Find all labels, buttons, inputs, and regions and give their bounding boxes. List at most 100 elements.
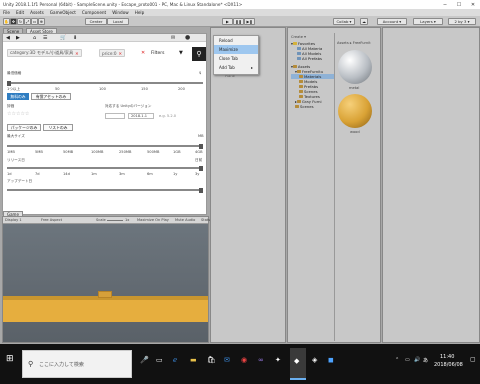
context-menu-close-tab[interactable]: Close Tab <box>214 54 258 63</box>
size-slider-handle[interactable] <box>199 143 203 149</box>
packages-only-button[interactable]: パッケージのみ <box>7 124 41 131</box>
size-tick: 50MB <box>63 150 74 154</box>
cloud-icon[interactable]: ☁ <box>360 18 368 25</box>
clear-filters-icon[interactable]: ✕ <box>141 50 145 56</box>
windows-start-icon[interactable]: ⊞ <box>6 354 14 364</box>
chrome-icon[interactable]: ◉ <box>241 356 247 364</box>
display-dropdown[interactable]: Display 1 <box>5 218 22 222</box>
layout-dropdown[interactable]: 2 by 3 ▾ <box>448 18 476 25</box>
rect-tool-button[interactable]: ▭ <box>31 18 38 25</box>
search-icon[interactable]: ⚲ <box>192 47 206 61</box>
version-hint: e.g. 5.2.0 <box>159 114 177 118</box>
context-menu-reload[interactable]: Reload <box>214 36 258 45</box>
price-slider-handle[interactable] <box>7 80 11 86</box>
maximize-on-play-toggle[interactable]: Maximize On Play <box>137 218 169 222</box>
menu-edit[interactable]: Edit <box>16 10 24 15</box>
filter-chip-category[interactable]: category:3D モデル/小道具/家具 ✕ <box>7 49 82 57</box>
filter-chip-price[interactable]: price:0 ✕ <box>99 49 126 57</box>
free-only-button[interactable]: 無料のみ <box>7 93 29 100</box>
asset-store-panel: ◀ ▶ ⌂ ☰ 🛒 ⬇ ✉ ● category:3D モデル/小道具/家具 ✕ … <box>2 33 207 215</box>
app-icon[interactable]: ◼ <box>328 356 334 364</box>
menu-icon[interactable]: ☰ <box>43 35 47 41</box>
app-icon[interactable]: ◈ <box>312 356 317 364</box>
remove-chip-icon[interactable]: ✕ <box>75 51 79 56</box>
stats-toggle[interactable]: Stats <box>201 218 210 222</box>
app-icon[interactable]: ✦ <box>275 356 281 364</box>
back-icon[interactable]: ◀ <box>6 35 10 41</box>
mail-icon[interactable]: ✉ <box>171 35 175 41</box>
menu-gameobject[interactable]: GameObject <box>50 10 76 15</box>
move-tool-button[interactable]: ✥ <box>10 18 17 25</box>
hand-tool-button[interactable]: ✋ <box>3 18 10 25</box>
clock-time[interactable]: 11:40 <box>440 354 454 360</box>
ime-icon[interactable]: あ <box>423 357 428 364</box>
menu-help[interactable]: Help <box>135 10 145 15</box>
update-slider[interactable] <box>7 187 203 193</box>
collab-dropdown[interactable]: Collab ▾ <box>333 18 355 25</box>
home-icon[interactable]: ⌂ <box>33 35 36 41</box>
notification-icon[interactable]: ▢ <box>470 356 476 363</box>
maximize-button[interactable]: ☐ <box>452 2 466 8</box>
lists-only-button[interactable]: リストのみ <box>43 124 73 131</box>
date-tick: 1y <box>173 172 178 176</box>
store-icon[interactable]: 🛍 <box>207 356 216 364</box>
context-menu-maximize[interactable]: Maximize <box>214 45 258 54</box>
taskbar-search-box[interactable]: ⚲ ここに入力して検索 <box>22 350 132 378</box>
task-view-icon[interactable]: ▭ <box>156 356 163 364</box>
aspect-dropdown[interactable]: Free Aspect <box>41 218 62 222</box>
filters-dropdown-icon[interactable]: ▼ <box>179 50 183 56</box>
price-tick: 150 <box>141 87 148 91</box>
project-create-button[interactable]: Create ▾ <box>291 35 306 39</box>
game-viewport[interactable] <box>3 224 208 342</box>
download-icon[interactable]: ⬇ <box>73 35 77 41</box>
menu-assets[interactable]: Assets <box>30 10 44 15</box>
account-icon[interactable]: ● <box>185 34 190 41</box>
menu-component[interactable]: Component <box>82 10 106 15</box>
release-slider-handle[interactable] <box>199 165 203 171</box>
scale-tool-button[interactable]: ⤢ <box>24 18 31 25</box>
remove-chip-icon[interactable]: ✕ <box>119 51 123 56</box>
paid-only-button[interactable]: 有償アセットのみ <box>31 93 71 100</box>
cart-icon[interactable]: 🛒 <box>60 35 66 41</box>
close-button[interactable]: ✕ <box>466 2 480 8</box>
mute-audio-toggle[interactable]: Mute Audio <box>175 218 195 222</box>
account-dropdown[interactable]: Account ▾ <box>377 18 407 25</box>
pivot-center-button[interactable]: Center <box>85 18 107 25</box>
tray-chevron-icon[interactable]: ⌃ <box>395 357 399 363</box>
pivot-local-button[interactable]: Local <box>107 18 129 25</box>
project-divider[interactable] <box>334 33 335 341</box>
edge-icon[interactable]: ℯ <box>173 356 177 364</box>
pause-button[interactable]: ❚❚ <box>233 18 244 25</box>
visual-studio-icon[interactable]: ∞ <box>258 356 264 364</box>
rating-stars[interactable]: ☆☆☆☆☆ <box>7 111 29 117</box>
volume-icon[interactable]: 🔊 <box>414 357 420 363</box>
menu-window[interactable]: Window <box>112 10 129 15</box>
mail-icon[interactable]: ✉ <box>224 356 230 364</box>
unity-taskbar-button[interactable]: ◆ <box>290 348 306 380</box>
play-button[interactable]: ▶ <box>222 18 233 25</box>
layers-dropdown[interactable]: Layers ▾ <box>413 18 443 25</box>
microphone-icon[interactable]: 🎤 <box>140 356 149 364</box>
minimize-button[interactable]: ─ <box>438 2 452 8</box>
filters-button[interactable]: Filters <box>151 51 165 56</box>
forward-icon[interactable]: ▶ <box>16 35 20 41</box>
rotate-tool-button[interactable]: ↻ <box>17 18 24 25</box>
version-input[interactable]: 2018.1.1 <box>128 113 154 119</box>
price-slider[interactable] <box>7 80 203 86</box>
version-min-input[interactable] <box>105 113 125 119</box>
step-button[interactable]: ▶❚ <box>244 18 255 25</box>
tree-item[interactable]: Scenes <box>291 104 335 109</box>
size-slider[interactable] <box>7 143 203 149</box>
project-breadcrumb[interactable]: Assets ▸ FreeFurnit <box>337 41 371 45</box>
tree-item[interactable]: All Prefabs <box>291 56 335 61</box>
clock-date[interactable]: 2018/06/08 <box>434 362 463 368</box>
scale-slider[interactable] <box>107 220 123 221</box>
transform-tool-button[interactable]: ⊕ <box>38 18 45 25</box>
update-slider-handle[interactable] <box>199 187 203 193</box>
wood-material-thumbnail[interactable] <box>338 94 372 128</box>
file-explorer-icon[interactable]: ▬ <box>190 356 197 364</box>
release-slider[interactable] <box>7 165 203 171</box>
metal-material-thumbnail[interactable] <box>338 50 372 84</box>
menu-file[interactable]: File <box>3 10 10 15</box>
network-icon[interactable]: ▭ <box>405 357 410 363</box>
